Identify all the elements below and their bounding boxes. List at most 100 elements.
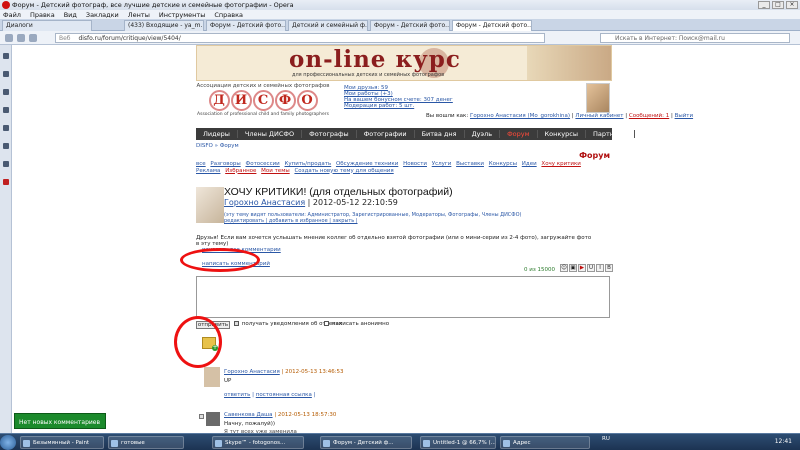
permalink-link[interactable]: постоянная ссылка [256,392,312,398]
menu-tools[interactable]: Инструменты [159,11,206,19]
tab-photo[interactable]: Детский и семейный ф... [288,20,368,31]
tab-inbox[interactable]: (433) Входящие - ya_m... [124,20,204,31]
anonymous-option[interactable]: написать анонимно [324,321,389,327]
bold-button[interactable]: B [605,264,613,272]
widgets-icon[interactable] [3,179,9,185]
downloads-icon[interactable] [3,125,9,131]
no-new-comments-popup[interactable]: Нет новых комментариев [14,413,106,429]
editor-toolbar: ☺ ▣ ▶ U I B [560,264,613,272]
category-link[interactable]: Новости [403,161,427,167]
category-link[interactable]: Фотосессии [245,161,279,167]
menu-edit[interactable]: Правка [30,11,55,19]
video-icon[interactable]: ▶ [578,264,586,272]
language-indicator[interactable]: RU [602,436,610,442]
opera-logo-icon[interactable] [2,1,10,9]
nav-duel[interactable]: Дуэль [465,130,501,138]
comment-avatar[interactable] [204,367,220,387]
address-prefix: Веб [59,35,71,42]
taskbar-item-opera[interactable]: Форум - Детский ф... [320,436,412,449]
taskbar-item-paint[interactable]: Безымянный - Paint [20,436,104,449]
maximize-icon[interactable]: □ [772,1,784,9]
nav-leaders[interactable]: Лидеры [196,130,238,138]
breadcrumb[interactable]: DISFO » Форум [196,143,239,149]
tab-forum-2[interactable]: Форум - Детский фото... [370,20,450,31]
nav-partners[interactable]: Партнеры [586,130,636,138]
comment-select-checkbox[interactable] [199,414,204,419]
taskbar: Безымянный - Paint готовые Skype™ - foto… [0,433,800,450]
links-icon[interactable] [3,161,9,167]
contacts-icon[interactable] [3,89,9,95]
category-link[interactable]: все [196,161,206,167]
user-avatar[interactable] [586,83,610,113]
topic-author[interactable]: Горохно Анастасия [224,198,305,207]
history-icon[interactable] [3,143,9,149]
topic-actions[interactable]: редактировать | добавить в избранное | з… [224,218,522,224]
tab-forum-active[interactable]: Форум - Детский фото... [452,20,532,31]
nav-photographers[interactable]: Фотографы [302,130,357,138]
taskbar-item-folder[interactable]: готовые [108,436,184,449]
anonymous-checkbox[interactable] [324,321,329,326]
reply-link[interactable]: ответить [224,392,250,398]
course-banner[interactable]: on-line курс для профессиональных детски… [196,45,612,81]
user-name-link[interactable]: Горохно Анастасия (Mo_gorokhina) [470,113,570,119]
italic-button[interactable]: I [596,264,604,272]
back-icon[interactable] [5,34,13,42]
address-bar-row: Веб disfo.ru/forum/critique/view/5404/ И… [0,31,800,45]
category-link[interactable]: Избранное [225,168,256,174]
anonymous-label: написать анонимно [331,321,390,327]
category-link[interactable]: Конкурсы [489,161,517,167]
image-icon[interactable]: ▣ [569,264,577,272]
taskbar-address-bar[interactable]: Адрес [500,436,590,449]
menu-feeds[interactable]: Ленты [128,11,150,19]
logo-letter: Д [208,90,230,111]
menu-file[interactable]: Файл [3,11,21,19]
category-link[interactable]: Обсуждение техники [336,161,398,167]
comment-author[interactable]: Савенкова Даша [224,412,273,418]
forward-icon[interactable] [17,34,25,42]
comment-textarea[interactable] [196,276,610,318]
taskbar-item-photoshop[interactable]: Untitled-1 @ 66,7% (... [420,436,496,449]
cabinet-link[interactable]: Личный кабинет [575,113,623,119]
menu-help[interactable]: Справка [214,11,243,19]
nav-contests[interactable]: Конкурсы [538,130,586,138]
red-highlight-circle [180,248,260,272]
category-link[interactable]: Купить/продать [285,161,332,167]
minimize-icon[interactable]: _ [758,1,770,9]
nav-members[interactable]: Члены ДИСФО [238,130,303,138]
category-link[interactable]: Выставки [456,161,484,167]
menu-view[interactable]: Вид [64,11,77,19]
start-button[interactable] [0,435,16,450]
comment-author[interactable]: Горохно Анастасия [224,369,280,375]
notes-icon[interactable] [3,107,9,113]
category-link-active[interactable]: Хочу критики [541,161,580,167]
tab-forum-1[interactable]: Форум - Детский фото... [206,20,286,31]
nav-photos[interactable]: Фотографии [357,130,415,138]
underline-button[interactable]: U [587,264,595,272]
nav-battle[interactable]: Битва дня [415,130,465,138]
notify-checkbox[interactable] [234,321,239,326]
nav-forum[interactable]: Форум [500,130,538,138]
moderation-link[interactable]: Модерация работ: 5 шт. [344,103,453,109]
disfo-logo[interactable]: Ассоциация детских и семейных фотографов… [196,83,330,125]
category-link[interactable]: Услуги [432,161,452,167]
mail-icon[interactable] [3,71,9,77]
exit-link[interactable]: Выйти [675,113,693,119]
reload-icon[interactable] [29,34,37,42]
messages-link[interactable]: Сообщений: 1 [629,113,669,119]
search-input[interactable]: Искать в Интернет: Поиск@mail.ru [600,33,790,43]
bookmarks-icon[interactable] [3,53,9,59]
address-input[interactable]: Веб disfo.ru/forum/critique/view/5404/ [55,33,545,43]
comment-avatar[interactable] [206,412,220,426]
banner-title: on-line курс [289,46,461,73]
category-link[interactable]: Идеи [522,161,537,167]
category-link[interactable]: Реклама [196,168,220,174]
close-icon[interactable]: × [786,1,798,9]
create-topic-link[interactable]: Создать новую тему для общения [294,168,393,174]
menu-bookmarks[interactable]: Закладки [86,11,119,19]
category-link[interactable]: Разговоры [210,161,240,167]
clock[interactable]: 12:41 [775,438,792,445]
smiley-icon[interactable]: ☺ [560,264,568,272]
tab-dialogs[interactable]: Диалоги [2,20,92,31]
category-link[interactable]: Мои темы [261,168,290,174]
taskbar-item-skype[interactable]: Skype™ - fotogonos... [212,436,304,449]
